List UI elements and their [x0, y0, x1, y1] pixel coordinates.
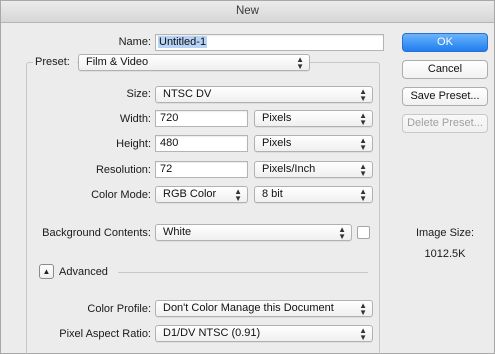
- up-down-arrows-icon: ▲ ▼: [359, 86, 367, 103]
- up-down-arrows-icon: ▲ ▼: [359, 135, 367, 152]
- advanced-divider: [118, 272, 368, 273]
- height-unit-value: Pixels: [262, 137, 292, 149]
- preset-select[interactable]: Film & Video ▲ ▼: [78, 54, 310, 71]
- width-label: Width:: [119, 113, 151, 125]
- image-size-value: 1012.5K: [424, 248, 466, 260]
- resolution-unit-value: Pixels/Inch: [262, 163, 316, 175]
- width-unit-select[interactable]: Pixels ▲ ▼: [254, 110, 373, 127]
- background-value: White: [163, 226, 192, 238]
- up-down-arrows-icon: ▲ ▼: [359, 325, 367, 342]
- image-size-label: Image Size:: [415, 227, 475, 239]
- size-value: NTSC DV: [163, 88, 212, 100]
- resolution-field[interactable]: 72: [155, 161, 248, 178]
- bit-depth-select[interactable]: 8 bit ▲ ▼: [254, 186, 373, 203]
- name-field[interactable]: Untitled-1: [155, 34, 384, 51]
- color-mode-select[interactable]: RGB Color ▲ ▼: [155, 186, 248, 203]
- bit-depth-value: 8 bit: [262, 188, 283, 200]
- color-profile-select[interactable]: Don't Color Manage this Document ▲ ▼: [155, 300, 373, 317]
- window-title: New: [1, 1, 494, 23]
- up-down-arrows-icon: ▲ ▼: [338, 224, 346, 241]
- name-label: Name:: [118, 36, 151, 48]
- save-preset-button[interactable]: Save Preset...: [402, 87, 488, 106]
- height-field[interactable]: 480: [155, 135, 248, 152]
- ok-button[interactable]: OK: [402, 33, 488, 52]
- pixel-aspect-value: D1/DV NTSC (0.91): [163, 327, 261, 339]
- color-mode-label: Color Mode:: [91, 189, 151, 201]
- cancel-button[interactable]: Cancel: [402, 60, 488, 79]
- disclosure-triangle-icon[interactable]: ▲: [39, 264, 54, 279]
- delete-preset-button: Delete Preset...: [402, 114, 488, 133]
- up-down-arrows-icon: ▲ ▼: [359, 186, 367, 203]
- background-color-swatch[interactable]: [357, 226, 370, 239]
- color-profile-value: Don't Color Manage this Document: [163, 302, 334, 314]
- up-down-arrows-icon: ▲ ▼: [296, 54, 304, 71]
- new-document-dialog: New Name: Untitled-1 Preset: Film & Vide…: [0, 0, 495, 354]
- preset-label: Preset:: [33, 56, 77, 68]
- height-unit-select[interactable]: Pixels ▲ ▼: [254, 135, 373, 152]
- resolution-unit-select[interactable]: Pixels/Inch ▲ ▼: [254, 161, 373, 178]
- size-label: Size:: [126, 88, 151, 100]
- height-label: Height:: [116, 138, 151, 150]
- color-mode-value: RGB Color: [163, 188, 217, 200]
- color-profile-label: Color Profile:: [87, 303, 151, 315]
- up-down-arrows-icon: ▲ ▼: [234, 186, 242, 203]
- background-label: Background Contents:: [42, 227, 151, 239]
- pixel-aspect-select[interactable]: D1/DV NTSC (0.91) ▲ ▼: [155, 325, 373, 342]
- width-unit-value: Pixels: [262, 112, 292, 124]
- size-select[interactable]: NTSC DV ▲ ▼: [155, 86, 373, 103]
- preset-value: Film & Video: [86, 56, 149, 68]
- width-field[interactable]: 720: [155, 110, 248, 127]
- advanced-label: Advanced: [59, 266, 108, 278]
- name-value: Untitled-1: [158, 36, 208, 48]
- resolution-label: Resolution:: [95, 164, 151, 176]
- up-down-arrows-icon: ▲ ▼: [359, 110, 367, 127]
- up-down-arrows-icon: ▲ ▼: [359, 300, 367, 317]
- background-select[interactable]: White ▲ ▼: [155, 224, 352, 241]
- up-down-arrows-icon: ▲ ▼: [359, 161, 367, 178]
- pixel-aspect-label: Pixel Aspect Ratio:: [59, 328, 151, 340]
